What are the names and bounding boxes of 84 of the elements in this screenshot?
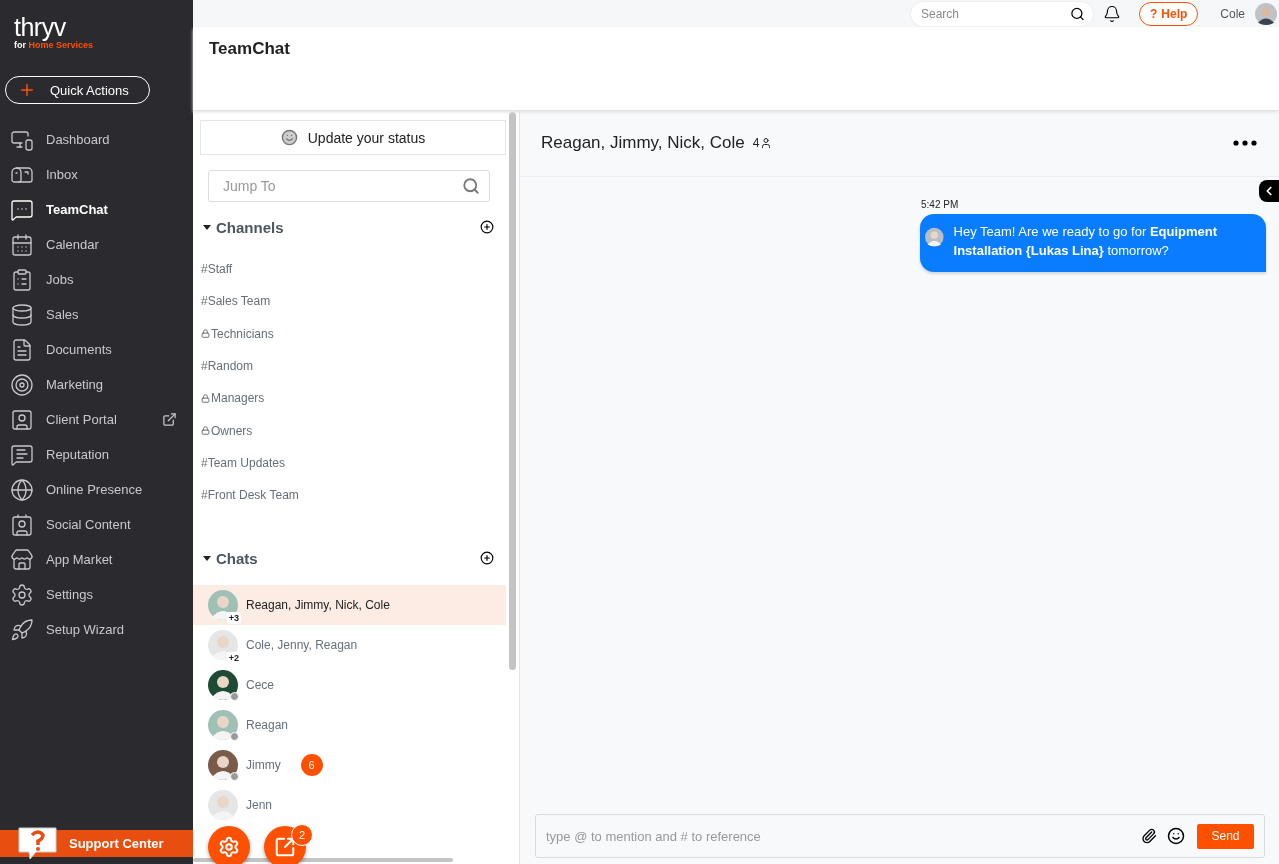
update-status-button[interactable]: Update your status [200,120,506,155]
settings-icon [10,582,34,607]
add-chat-icon[interactable] [480,551,494,566]
external-link-icon[interactable] [162,412,177,427]
target-icon [10,372,34,397]
page-title: TeamChat [209,39,291,59]
message-text: Hey Team! Are we ready to go for Equipment Installation {Lukas Lina} tomorrow? [953,223,1219,260]
channel-item[interactable]: #Front Desk Team [200,479,506,512]
avatar [208,670,238,701]
chat-group-icon [10,197,34,222]
logo-tagline: for Home Services [14,40,94,50]
member-count-badge: +3 [226,612,241,625]
notification-bell-icon[interactable] [1102,4,1121,23]
channel-item[interactable]: Technicians [200,317,506,350]
nav-item[interactable]: Reputation [0,437,193,472]
logo[interactable]: thryv for Home Services [0,0,193,68]
calendar-icon [10,232,34,257]
add-channel-icon[interactable] [480,220,494,234]
nav-item[interactable]: Inbox [0,157,193,192]
member-count[interactable]: 4 [752,136,1225,150]
help-bubble-icon [16,824,60,862]
conversation-title: Reagan, Jimmy, Nick, Cole [541,133,745,153]
nav-item[interactable]: Dashboard [0,122,193,157]
user-name[interactable]: Cole [1220,6,1245,21]
avatar [208,750,238,781]
document-icon [10,337,34,362]
collapse-button[interactable] [1259,180,1279,202]
channel-item[interactable]: Owners [200,414,506,447]
avatar [208,710,238,741]
user-avatar[interactable] [1255,2,1277,25]
person-icon [760,137,773,149]
smiley-icon[interactable] [1167,827,1185,845]
settings-icon [218,836,240,858]
avatar [208,790,238,821]
smiley-icon [280,129,298,146]
paperclip-icon[interactable] [1141,828,1157,844]
share-icon [274,836,296,858]
chat-item[interactable]: Cece [193,665,282,706]
portal-icon [10,407,34,432]
chat-item[interactable]: +3 Reagan, Jimmy, Nick, Cole [193,585,506,626]
avatar [208,630,238,661]
nav-item[interactable]: Calendar [0,227,193,262]
clipboard-icon [10,267,34,292]
nav-item[interactable]: Setup Wizard [0,612,193,647]
search-field[interactable]: Search [910,1,1093,26]
jump-to-field[interactable]: Jump To [208,170,490,202]
contact-icon [10,512,34,537]
scrollbar[interactable] [509,112,516,670]
nav-item[interactable]: Online Presence [0,472,193,507]
channel-item[interactable]: Managers [200,382,506,415]
chat-item[interactable]: Reagan [193,705,297,746]
message-time: 5:42 PM [921,199,959,210]
chat-item[interactable]: Jenn [193,785,281,826]
channel-item[interactable]: #Sales Team [200,285,506,318]
nav-item[interactable]: TeamChat [0,192,193,227]
plus-icon [18,81,36,99]
nav-item[interactable]: Settings [0,577,193,612]
unread-badge: 6 [300,754,323,777]
avatar [208,590,238,621]
notification-badge: 2 [291,824,313,846]
nav-item[interactable]: Sales [0,297,193,332]
nav-item[interactable]: App Market [0,542,193,577]
channel-item[interactable]: #Random [200,349,506,383]
chat-item[interactable]: +2 Cole, Jenny, Reagan [193,625,366,666]
nav-item[interactable]: Jobs [0,262,193,297]
channel-item[interactable]: #Staff [200,253,506,286]
support-center-button[interactable]: Support Center [0,824,193,862]
settings-button[interactable] [208,826,250,864]
nav-item[interactable]: Documents [0,332,193,367]
logo-wordmark: thryv [14,14,66,40]
channel-item[interactable]: #Team Updates [200,446,506,480]
chat-item[interactable]: Jimmy 6 [193,745,331,786]
section-title: Channels [216,218,285,236]
nav-item[interactable]: Client Portal [0,402,193,437]
nav-item[interactable]: Marketing [0,367,193,402]
review-icon [10,442,34,467]
search-icon[interactable] [1069,6,1085,21]
section-title: Chats [216,549,259,567]
globe-icon [10,477,34,502]
coins-icon [10,302,34,327]
more-icon[interactable] [1233,140,1257,146]
nav-item[interactable]: Social Content [0,507,193,542]
rocket-icon [10,617,34,642]
store-icon [10,547,34,572]
